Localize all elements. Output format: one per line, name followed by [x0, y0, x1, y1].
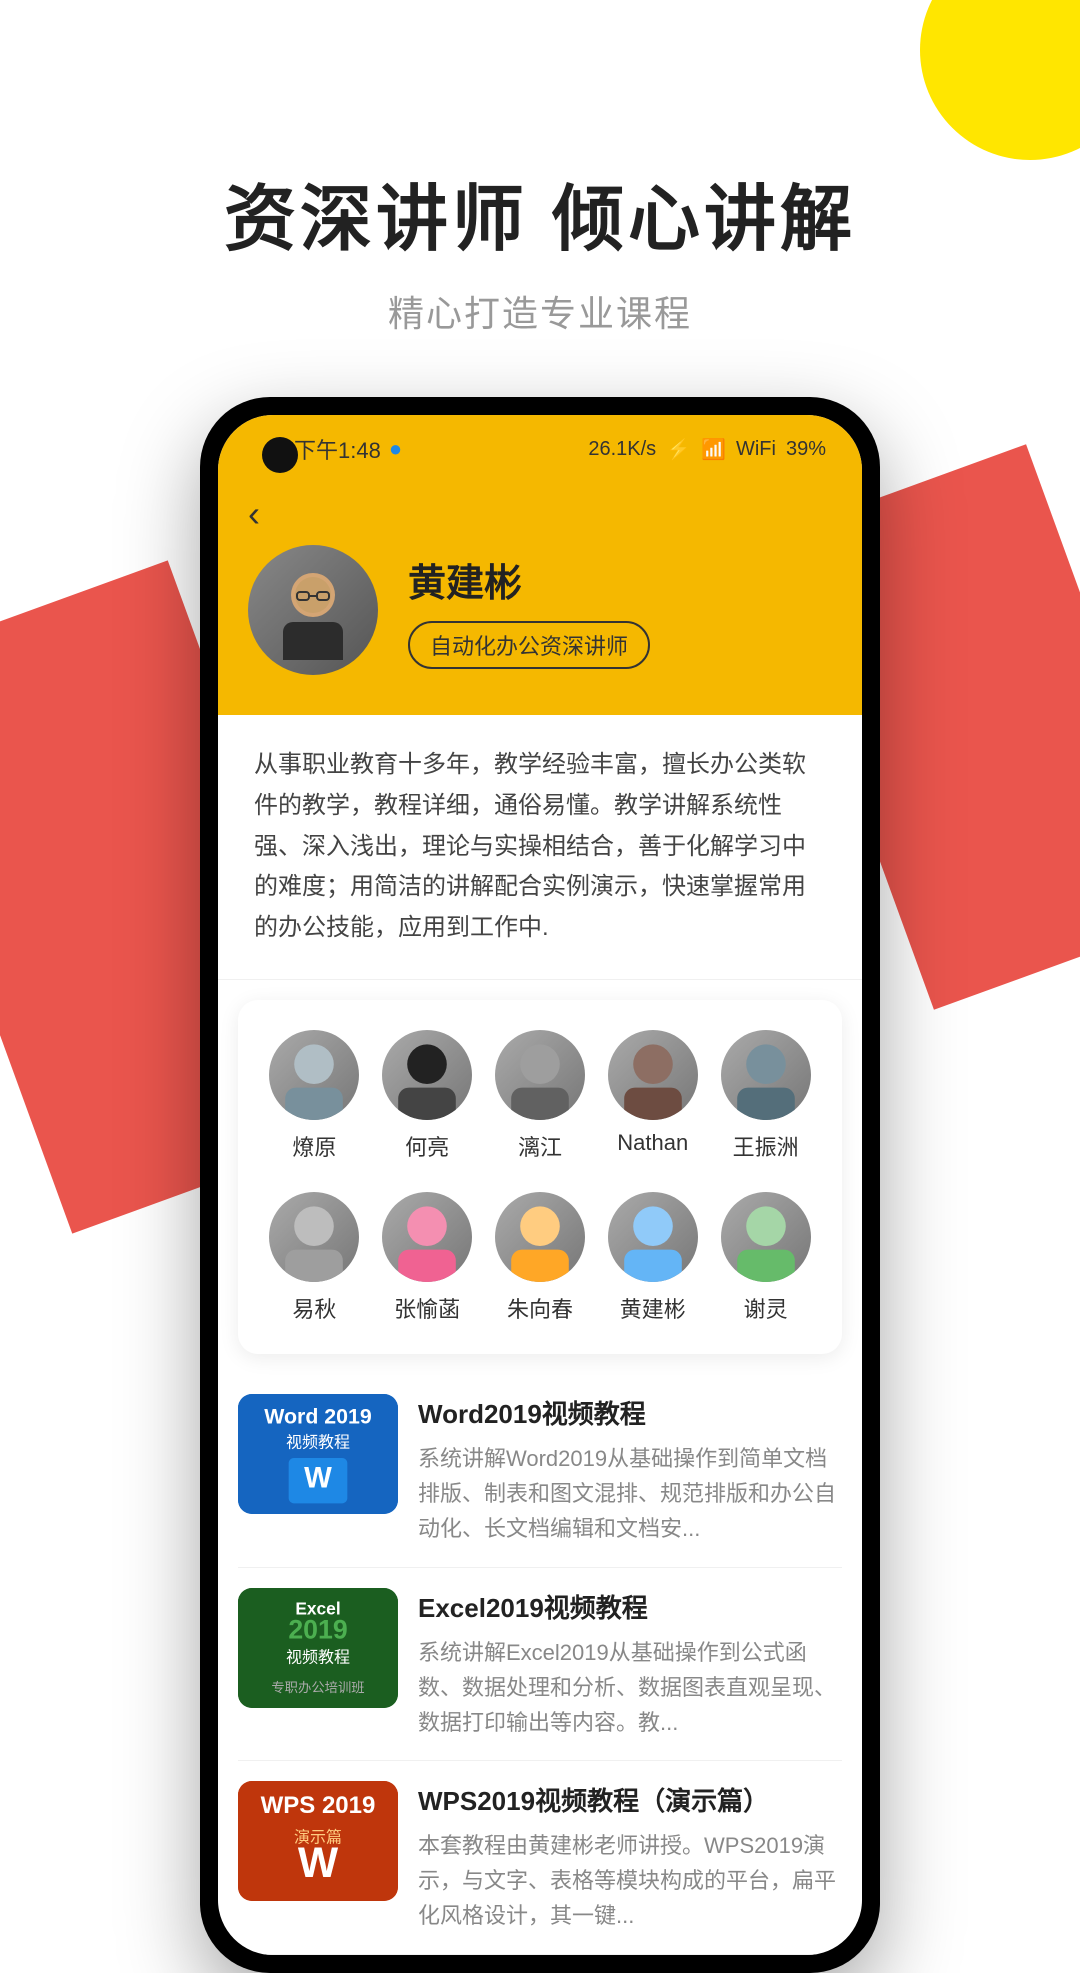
instructor-xieling-label: 谢灵 — [744, 1292, 788, 1324]
instructor-yiqiu[interactable]: 易秋 — [269, 1192, 359, 1324]
course-wps2019-desc: 本套教程由黄建彬老师讲授。WPS2019演示，与文字、表格等模块构成的平台，扁平… — [418, 1828, 842, 1934]
instructor-info: 黄建彬 自动化办公资深讲师 — [408, 552, 832, 669]
course-word2019[interactable]: Word 2019 视频教程 W Word2019视频教程 系统讲解Word20… — [238, 1374, 842, 1568]
course-excel2019-title: Excel2019视频教程 — [418, 1588, 842, 1625]
instructor-lijiang[interactable]: 漓江 — [495, 1030, 585, 1162]
instructor-zhuxiangchun-thumb — [495, 1192, 585, 1282]
instructor-header: 黄建彬 自动化办公资深讲师 — [248, 545, 832, 675]
instructor-yiqiu-label: 易秋 — [292, 1292, 336, 1324]
instructor-yiqiu-thumb — [269, 1192, 359, 1282]
course-excel2019-desc: 系统讲解Excel2019从基础操作到公式函数、数据处理和分析、数据图表直观呈现… — [418, 1635, 842, 1741]
instructor-huangjianbin-label: 黄建彬 — [620, 1292, 686, 1324]
instructor-huangjianbin[interactable]: 黄建彬 — [608, 1192, 698, 1324]
course-word2019-title: Word2019视频教程 — [418, 1394, 842, 1431]
course-list: Word 2019 视频教程 W Word2019视频教程 系统讲解Word20… — [218, 1374, 862, 1955]
course-excel2019[interactable]: Excel 2019 视频教程 专职办公培训班 Excel2019视频教程 系统… — [238, 1568, 842, 1762]
instructor-nathan-thumb — [608, 1030, 698, 1120]
instructor-zhangyuhan-label: 张愉菡 — [394, 1292, 460, 1324]
instructor-zhangyuhan-thumb — [382, 1192, 472, 1282]
instructor-nathan[interactable]: Nathan — [608, 1030, 698, 1162]
course-word2019-info: Word2019视频教程 系统讲解Word2019从基础操作到简单文档排版、制表… — [418, 1394, 842, 1547]
instructor-lijiang-thumb — [495, 1030, 585, 1120]
instructor-liaoyuan-thumb — [269, 1030, 359, 1120]
instructor-avatar — [248, 545, 378, 675]
svg-text:WPS 2019: WPS 2019 — [261, 1792, 376, 1819]
instructor-liaoyuan-label: 燎原 — [292, 1130, 336, 1162]
instructor-wangzhenzhou[interactable]: 王振洲 — [721, 1030, 811, 1162]
course-excel2019-info: Excel2019视频教程 系统讲解Excel2019从基础操作到公式函数、数据… — [418, 1588, 842, 1741]
instructor-bio: 从事职业教育十多年，教学经验丰富，擅长办公类软件的教学，教程详细，通俗易懂。教学… — [218, 715, 862, 980]
instructor-nathan-label: Nathan — [617, 1130, 688, 1156]
svg-text:W: W — [298, 1839, 339, 1887]
instructor-wangzhenzhou-label: 王振洲 — [733, 1130, 799, 1162]
instructor-heliang[interactable]: 何亮 — [382, 1030, 472, 1162]
course-word2019-thumb: Word 2019 视频教程 W — [238, 1394, 398, 1514]
status-bar: 下午1:48 ● 26.1K/s ⚡ 📶 WiFi 39% — [218, 415, 862, 477]
wifi-icon: WiFi — [736, 438, 776, 461]
signal-icon: 📶 — [701, 437, 726, 462]
instructors-row-2: 易秋 张愉菡 朱向春 黄建彬 谢灵 — [258, 1192, 822, 1324]
course-excel2019-thumb: Excel 2019 视频教程 专职办公培训班 — [238, 1588, 398, 1708]
course-word2019-desc: 系统讲解Word2019从基础操作到简单文档排版、制表和图文混排、规范排版和办公… — [418, 1441, 842, 1547]
bluetooth-icon: ⚡ — [666, 437, 691, 462]
svg-text:Word 2019: Word 2019 — [264, 1404, 372, 1428]
instructor-xieling-thumb — [721, 1192, 811, 1282]
instructors-panel: 燎原 何亮 漓江 Nathan 王振洲 — [238, 1000, 842, 1354]
battery-level: 39% — [786, 438, 826, 461]
status-dot: ● — [389, 436, 402, 462]
instructor-tag: 自动化办公资深讲师 — [408, 621, 650, 669]
svg-text:专职办公培训班: 专职办公培训班 — [271, 1680, 364, 1695]
course-wps2019-title: WPS2019视频教程（演示篇） — [418, 1781, 842, 1818]
instructor-heliang-thumb — [382, 1030, 472, 1120]
instructor-name: 黄建彬 — [408, 552, 832, 607]
phone-inner: 下午1:48 ● 26.1K/s ⚡ 📶 WiFi 39% ‹ — [218, 415, 862, 1955]
instructor-zhangyuhan[interactable]: 张愉菡 — [382, 1192, 472, 1324]
course-wps2019-info: WPS2019视频教程（演示篇） 本套教程由黄建彬老师讲授。WPS2019演示，… — [418, 1781, 842, 1934]
status-speed: 26.1K/s — [588, 438, 656, 461]
header-section: 资深讲师 倾心讲解 精心打造专业课程 — [0, 0, 1080, 397]
status-time: 下午1:48 — [294, 433, 381, 465]
status-right: 26.1K/s ⚡ 📶 WiFi 39% — [588, 437, 826, 462]
instructor-lijiang-label: 漓江 — [518, 1130, 562, 1162]
course-wps2019-thumb: WPS 2019 演示篇 W — [238, 1781, 398, 1901]
instructor-wangzhenzhou-thumb — [721, 1030, 811, 1120]
course-wps2019[interactable]: WPS 2019 演示篇 W WPS2019视频教程（演示篇） 本套教程由黄建彬… — [238, 1761, 842, 1955]
page-subtitle: 精心打造专业课程 — [0, 285, 1080, 337]
svg-text:视频教程: 视频教程 — [286, 1648, 350, 1666]
instructor-zhuxiangchun-label: 朱向春 — [507, 1292, 573, 1324]
page-title: 资深讲师 倾心讲解 — [0, 160, 1080, 265]
back-button[interactable]: ‹ — [248, 493, 832, 535]
instructor-xieling[interactable]: 谢灵 — [721, 1192, 811, 1324]
phone-frame: 下午1:48 ● 26.1K/s ⚡ 📶 WiFi 39% ‹ — [200, 397, 880, 1973]
instructor-huangjianbin-thumb — [608, 1192, 698, 1282]
svg-text:2019: 2019 — [288, 1614, 347, 1644]
instructors-row-1: 燎原 何亮 漓江 Nathan 王振洲 — [258, 1030, 822, 1162]
svg-text:W: W — [304, 1461, 332, 1494]
instructor-zhuxiangchun[interactable]: 朱向春 — [495, 1192, 585, 1324]
phone-section: 下午1:48 ● 26.1K/s ⚡ 📶 WiFi 39% ‹ — [0, 397, 1080, 1973]
svg-text:视频教程: 视频教程 — [286, 1433, 350, 1451]
camera-hole — [262, 437, 298, 473]
instructor-liaoyuan[interactable]: 燎原 — [269, 1030, 359, 1162]
instructor-heliang-label: 何亮 — [405, 1130, 449, 1162]
